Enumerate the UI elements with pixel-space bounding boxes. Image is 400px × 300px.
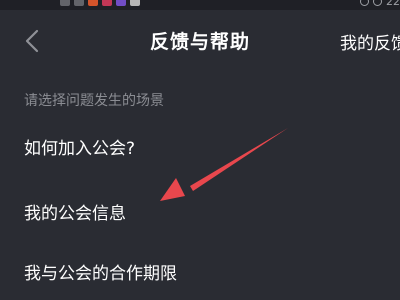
status-bar: 22 — [0, 0, 400, 10]
wifi-icon — [74, 0, 84, 6]
app-notification-icon — [130, 0, 140, 6]
app-notification-icon — [116, 0, 126, 6]
my-feedback-link[interactable]: 我的反馈 — [340, 29, 400, 54]
signal-icon — [60, 0, 70, 6]
status-time: 22 — [386, 0, 400, 8]
nav-bar: 反馈与帮助 我的反馈 — [0, 10, 400, 72]
content: 请选择问题发生的场景 如何加入公会? 我的公会信息 我与公会的合作期限 — [0, 72, 400, 300]
status-icons — [60, 0, 140, 8]
section-header: 请选择问题发生的场景 — [24, 93, 164, 109]
alarm-icon — [360, 0, 369, 6]
app-notification-icon — [88, 0, 98, 6]
list-item-how-to-join-guild[interactable]: 如何加入公会? — [24, 134, 376, 159]
app-notification-icon — [102, 0, 112, 6]
status-right: 22 — [360, 0, 400, 8]
list-item-guild-cooperation-term[interactable]: 我与公会的合作期限 — [24, 259, 376, 284]
list-item-my-guild-info[interactable]: 我的公会信息 — [24, 199, 376, 224]
clock-icon — [373, 0, 382, 6]
